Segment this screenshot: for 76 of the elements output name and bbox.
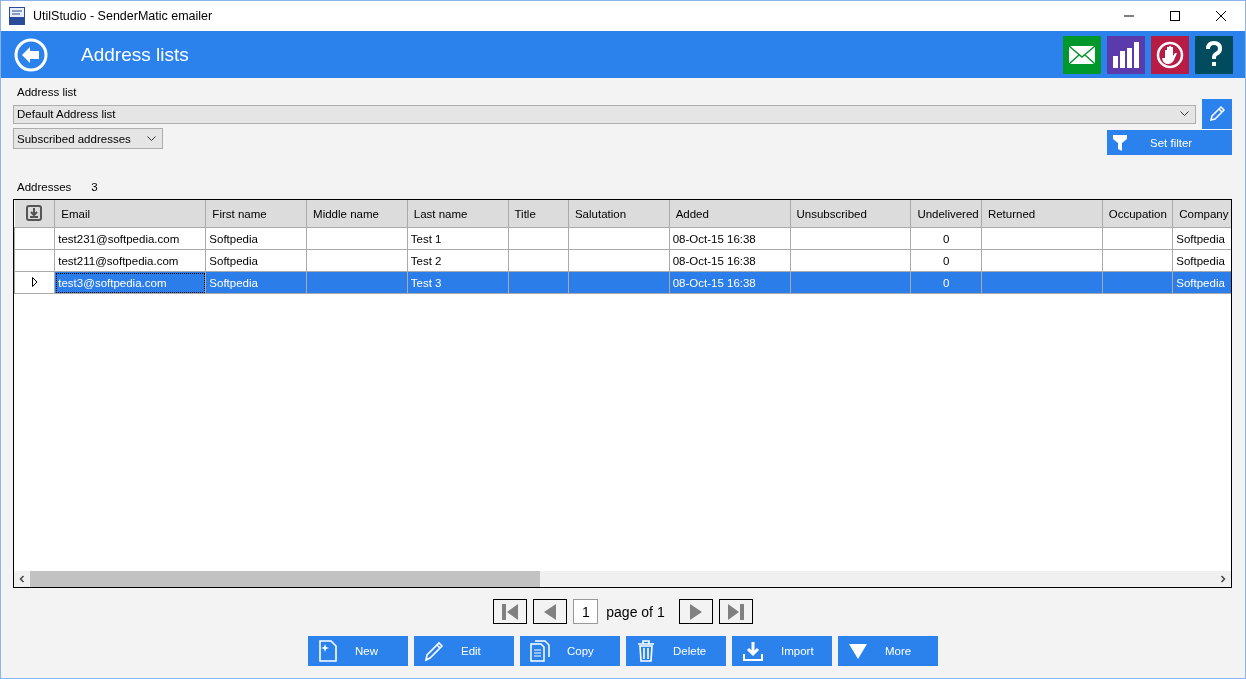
pencil-icon (1208, 105, 1226, 123)
count-value: 3 (91, 181, 98, 193)
help-icon[interactable] (1195, 35, 1233, 74)
app-icon (9, 7, 25, 25)
table-cell: 0 (942, 254, 950, 267)
edit-button[interactable]: Edit (414, 636, 514, 666)
scroll-right-icon[interactable] (1219, 575, 1227, 583)
previous-page-button[interactable] (533, 599, 568, 624)
count-label: Addresses (17, 181, 72, 193)
table-row[interactable]: test3@softpedia.com Softpedia Test 3 08-Oct-15 16:38 0 Softpedia (14, 271, 1231, 294)
horizontal-scrollbar[interactable] (14, 571, 1231, 587)
new-document-icon (318, 640, 338, 662)
chevron-icon (1180, 111, 1189, 117)
bar-chart-icon[interactable] (1107, 35, 1145, 74)
column-header[interactable]: Salutation (568, 200, 670, 228)
table-cell: Softpedia (1176, 232, 1225, 245)
table-cell: Test 3 (410, 276, 442, 289)
table-cell: 0 (942, 232, 950, 245)
table-cell: 08-Oct-15 16:38 (672, 276, 756, 289)
delete-button[interactable]: Delete (626, 636, 726, 666)
first-page-button[interactable] (493, 599, 528, 624)
status-dropdown[interactable]: Subscribed addresses (13, 128, 163, 149)
column-header[interactable]: Undelivered (910, 200, 982, 228)
column-header[interactable]: Returned (981, 200, 1103, 228)
column-header[interactable]: Unsubscribed (790, 200, 911, 228)
field-label: Address list (17, 86, 78, 98)
more-button[interactable]: More (838, 636, 938, 666)
table-cell: Test 2 (410, 254, 442, 267)
window-title: UtilStudio - SenderMatic emailer (33, 9, 213, 23)
download-icon (742, 640, 764, 662)
set-filter-button[interactable]: Set filter (1107, 130, 1232, 155)
scroll-left-icon[interactable] (18, 575, 26, 583)
column-header[interactable]: Company (1172, 200, 1231, 228)
table-cell: 08-Oct-15 16:38 (672, 254, 756, 267)
maximize-icon[interactable] (1169, 10, 1181, 22)
column-header[interactable]: Middle name (306, 200, 408, 228)
address-list-dropdown[interactable]: Default Address list (13, 104, 1196, 124)
last-page-button[interactable] (718, 599, 753, 624)
copy-icon (530, 640, 550, 662)
table-cell: Softpedia (1176, 276, 1225, 289)
table-cell: test3@softpedia.com (58, 276, 167, 289)
trash-icon (636, 640, 656, 662)
table-cell: test231@softpedia.com (58, 232, 180, 245)
envelope-icon[interactable] (1063, 35, 1101, 74)
table-cell: Softpedia (209, 254, 258, 267)
row-pointer-icon (31, 276, 38, 287)
new-button[interactable]: New (308, 636, 408, 666)
table-cell: 0 (942, 276, 950, 289)
download-icon[interactable] (26, 204, 43, 221)
table-cell: Test 1 (410, 232, 442, 245)
page-count-label: page of 1 (606, 603, 665, 620)
funnel-icon (1113, 134, 1127, 151)
chevron-icon (147, 135, 156, 142)
table-cell: Softpedia (1176, 254, 1225, 267)
column-header[interactable]: Added (669, 200, 790, 228)
table-cell: 08-Oct-15 16:38 (672, 232, 756, 245)
import-button[interactable]: Import (732, 636, 832, 666)
column-header[interactable]: Title (508, 200, 569, 228)
copy-button[interactable]: Copy (520, 636, 620, 666)
close-icon[interactable] (1215, 10, 1227, 22)
page-number-field[interactable]: 1 (573, 599, 599, 624)
column-header[interactable]: Occupation (1102, 200, 1173, 228)
next-page-button[interactable] (678, 599, 713, 624)
column-header[interactable]: First name (205, 200, 307, 228)
back-icon[interactable] (14, 37, 48, 72)
table-row[interactable]: test211@softpedia.com Softpedia Test 2 08-Oct-15 16:38 0 Softpedia (14, 249, 1231, 272)
table-cell: test211@softpedia.com (58, 254, 179, 267)
page-title: Address lists (81, 43, 189, 66)
column-header[interactable]: Last name (407, 200, 508, 228)
pencil-icon (424, 640, 444, 662)
column-header[interactable]: Email (54, 200, 206, 228)
hand-stop-icon[interactable] (1151, 35, 1189, 74)
table-cell: Softpedia (209, 232, 258, 245)
edit-button[interactable] (1202, 99, 1232, 129)
table-row[interactable]: test231@softpedia.com Softpedia Test 1 08-Oct-15 16:38 0 Softpedia (14, 227, 1231, 250)
table-cell: Softpedia (209, 276, 258, 289)
